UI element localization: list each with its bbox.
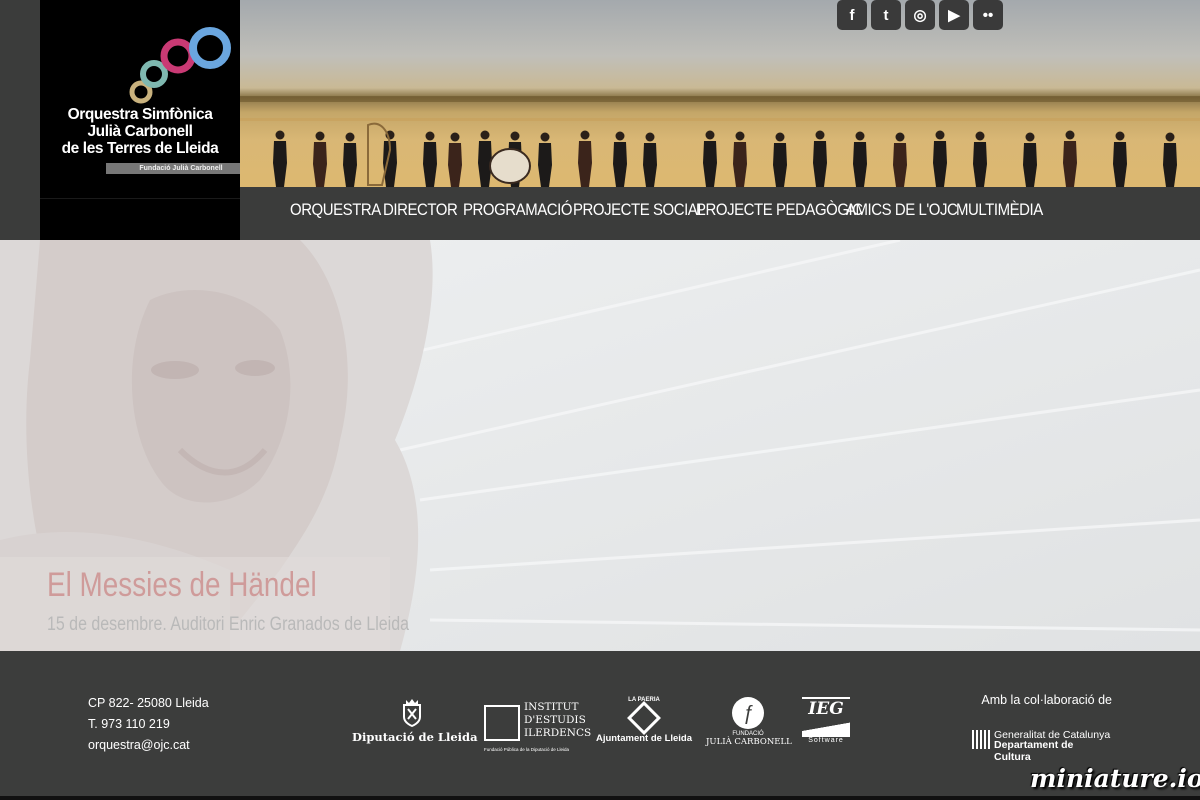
musician-silhouette	[1063, 130, 1077, 187]
musician-silhouette	[1023, 132, 1037, 187]
iei-line: INSTITUT	[524, 701, 579, 713]
coat-of-arms-icon	[403, 699, 421, 727]
contact-email[interactable]: orquestra@ojc.cat	[88, 735, 209, 756]
drum-silhouette	[489, 148, 531, 184]
gencat-line2: Departament de Cultura	[994, 739, 1074, 763]
musician-silhouette	[313, 131, 327, 187]
musician-silhouette	[578, 130, 592, 187]
partner-diputacio-label: Diputació de Lleida	[352, 730, 478, 744]
site-header: Orquestra Simfònica Julià Carbonell de l…	[0, 0, 1200, 240]
logo-name-line: Orquestra Simfònica	[67, 106, 213, 123]
partner-ieg[interactable]: IEG Software	[802, 697, 850, 744]
twitter-icon[interactable]: t	[871, 0, 901, 30]
flickr-icon[interactable]: ••	[973, 0, 1003, 30]
partner-logos: Diputació de Lleida INSTITUT D'ESTUDIS I…	[352, 697, 852, 755]
instagram-icon[interactable]: ◎	[905, 0, 935, 30]
musician-silhouette	[423, 131, 437, 187]
musician-silhouette	[478, 130, 492, 187]
partner-gencat[interactable]: Generalitat de Catalunya Departament de …	[972, 729, 1112, 763]
paeria-diamond-icon	[627, 701, 661, 735]
site-footer: CP 822- 25080 Lleida T. 973 110 219 orqu…	[0, 651, 1200, 796]
logo-divider	[40, 198, 240, 199]
nav-item-projecte-social[interactable]: PROJECTE SOCIAL	[573, 187, 706, 240]
iei-line: ILERDENCS	[524, 727, 592, 739]
collab-label: Amb la col·laboració de	[981, 693, 1112, 707]
watermark: miniature.io	[1030, 764, 1200, 793]
facebook-icon[interactable]: f	[837, 0, 867, 30]
iei-line: D'ESTUDIS	[524, 714, 586, 726]
fundacio-label: JULIÀ CARBONELL	[706, 737, 792, 747]
youtube-icon[interactable]: ▶	[939, 0, 969, 30]
musician-silhouette	[343, 132, 357, 187]
ieg-logo-label: IEG	[802, 697, 850, 719]
musician-silhouette	[383, 130, 397, 187]
logo-rings-icon	[129, 27, 231, 104]
partner-paeria[interactable]: LA PAERIA Ajuntament de Lleida	[592, 697, 696, 744]
nav-item-amics[interactable]: AMICS DE L'OJC	[846, 187, 958, 240]
musician-silhouette	[703, 130, 717, 187]
musician-silhouette	[973, 131, 987, 187]
musician-silhouette	[273, 130, 287, 187]
hero-slider[interactable]: El Messies de Händel 15 de desembre. Aud…	[0, 240, 1200, 651]
ieg-wave-icon	[802, 719, 850, 737]
iei-building-icon	[484, 705, 520, 741]
partner-fundacio[interactable]: ƒ FUNDACIÓ JULIÀ CARBONELL	[706, 697, 792, 747]
page: Orquestra Simfònica Julià Carbonell de l…	[0, 0, 1200, 800]
site-logo[interactable]: Orquestra Simfònica Julià Carbonell de l…	[40, 0, 256, 240]
musician-silhouette	[1163, 132, 1177, 187]
orchestra-banner-image	[240, 0, 1200, 187]
iei-sub-label: Fundació Pública de la Diputació de Llei…	[484, 747, 570, 752]
footer-contact: CP 822- 25080 Lleida T. 973 110 219 orqu…	[88, 693, 209, 756]
hero-title[interactable]: El Messies de Händel	[47, 566, 317, 605]
musician-silhouette	[1113, 131, 1127, 187]
musician-silhouette	[773, 132, 787, 187]
musician-silhouette	[733, 131, 747, 187]
musician-silhouette	[643, 132, 657, 187]
social-links: f t ◎ ▶ ••	[837, 0, 1003, 30]
nav-item-multimedia[interactable]: MULTIMÈDIA	[956, 187, 1043, 240]
bottom-bar	[0, 796, 1200, 800]
contact-address: CP 822- 25080 Lleida	[88, 696, 209, 710]
logo-name-line: Julià Carbonell	[87, 123, 193, 140]
hero-subtitle: 15 de desembre. Auditori Enric Granados …	[47, 614, 409, 635]
logo-foundation-label: Fundació Julià Carbonell	[106, 163, 256, 174]
nav-item-director[interactable]: DIRECTOR	[383, 187, 458, 240]
musician-silhouette	[448, 132, 462, 187]
musician-silhouette	[613, 131, 627, 187]
musician-silhouette	[893, 132, 907, 187]
contact-phone: T. 973 110 219	[88, 717, 170, 731]
musicians-silhouettes	[273, 122, 1177, 187]
nav-item-projecte-pedagogic[interactable]: PROJECTE PEDAGÒGIC	[696, 187, 863, 240]
musician-silhouette	[538, 132, 552, 187]
fundacio-emblem-icon: ƒ	[732, 697, 764, 729]
main-nav: ORQUESTRA DIRECTOR PROGRAMACIÓ PROJECTE …	[240, 187, 1200, 240]
musician-silhouette	[813, 130, 827, 187]
nav-item-programacio[interactable]: PROGRAMACIÓ	[463, 187, 572, 240]
nav-item-orquestra[interactable]: ORQUESTRA	[290, 187, 381, 240]
musician-silhouette	[853, 131, 867, 187]
partner-iei[interactable]: INSTITUT D'ESTUDIS ILERDENCS Fundació Pú…	[484, 697, 591, 755]
gencat-flag-icon	[972, 730, 990, 749]
partner-diputacio[interactable]: Diputació de Lleida	[352, 697, 478, 744]
musician-silhouette	[933, 130, 947, 187]
ieg-sub-label: Software	[808, 737, 844, 744]
logo-name-line: de les Terres de Lleida	[61, 140, 219, 157]
logo-name: Orquestra Simfònica Julià Carbonell de l…	[40, 106, 240, 157]
